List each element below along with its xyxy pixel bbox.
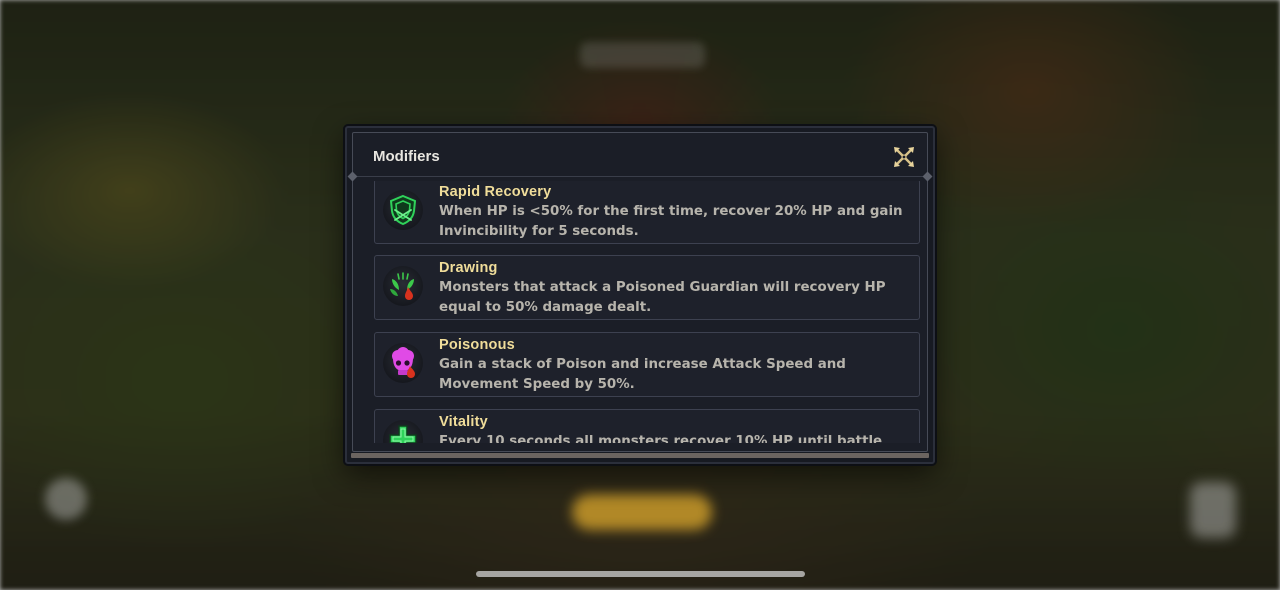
modifiers-dialog: Modifiers Rapid Recovery When HP is <50%… xyxy=(345,126,935,464)
divider-left-gem xyxy=(347,171,358,182)
green-cross-icon xyxy=(383,420,423,443)
modifiers-dialog-frame: Modifiers Rapid Recovery When HP is <50%… xyxy=(347,132,933,452)
green-shield-icon xyxy=(383,190,423,230)
modifier-name: Poisonous xyxy=(439,337,515,353)
close-button[interactable] xyxy=(892,145,916,169)
blurred-background-title xyxy=(580,42,705,68)
modifier-description: Gain a stack of Poison and increase Atta… xyxy=(439,357,846,392)
modifier-description: When HP is <50% for the first time, reco… xyxy=(439,204,903,239)
blurred-background-button xyxy=(572,494,712,530)
home-indicator[interactable] xyxy=(476,571,805,577)
blurred-background-right-icon xyxy=(1190,482,1236,538)
modifier-description: Monsters that attack a Poisoned Guardian… xyxy=(439,280,886,315)
modifier-poisonous: Poisonous Gain a stack of Poison and inc… xyxy=(374,332,920,397)
modifier-name: Vitality xyxy=(439,414,488,430)
dialog-title: Modifiers xyxy=(373,148,440,165)
modifier-rapid-recovery: Rapid Recovery When HP is <50% for the f… xyxy=(374,181,920,244)
modifier-name: Rapid Recovery xyxy=(439,184,552,200)
modifier-name: Drawing xyxy=(439,260,498,276)
divider-right-gem xyxy=(922,171,933,182)
modifier-drawing: Drawing Monsters that attack a Poisoned … xyxy=(374,255,920,320)
crossed-swords-close-icon xyxy=(894,147,914,167)
modifier-description: Every 10 seconds all monsters recover 10… xyxy=(439,434,883,443)
blurred-background-left-icon xyxy=(45,478,87,520)
dialog-bottom-bar xyxy=(351,453,929,458)
green-leaves-blood-drop-icon xyxy=(383,266,423,306)
title-divider xyxy=(353,176,927,177)
modifiers-list[interactable]: Rapid Recovery When HP is <50% for the f… xyxy=(368,181,922,443)
modifier-vitality: Vitality Every 10 seconds all monsters r… xyxy=(374,409,920,443)
poison-skull-icon xyxy=(383,343,423,383)
